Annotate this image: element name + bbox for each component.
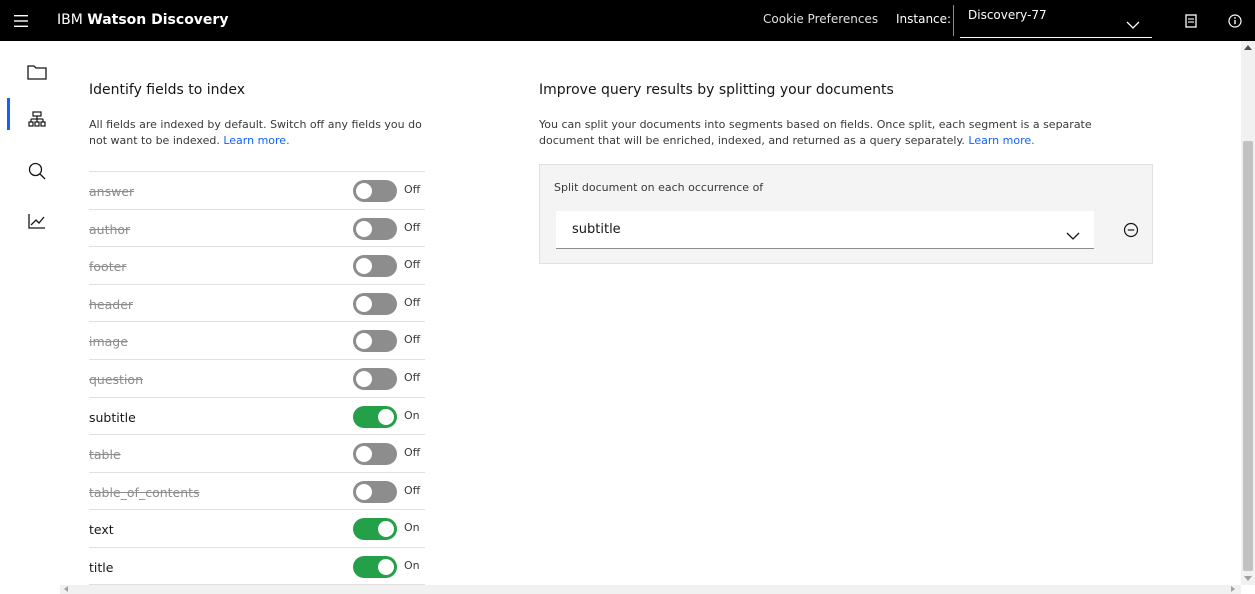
instance-label: Instance: xyxy=(896,12,952,26)
toggle-state-label: Off xyxy=(404,370,421,384)
toggle-knob xyxy=(356,483,372,500)
field-name: table xyxy=(89,447,121,463)
toggle-knob xyxy=(378,521,394,538)
instance-divider xyxy=(953,5,954,36)
toggle-state-label: Off xyxy=(404,446,421,460)
toggle-state-label: Off xyxy=(404,220,421,234)
toggle-state-label: Off xyxy=(404,295,421,309)
analytics-icon[interactable] xyxy=(20,204,54,238)
toggle-state-label: Off xyxy=(404,333,421,347)
field-toggle-footer[interactable] xyxy=(353,255,397,278)
hierarchy-icon[interactable] xyxy=(20,103,54,137)
cookie-preferences-link[interactable]: Cookie Preferences xyxy=(763,12,878,26)
brand-name: Watson Discovery xyxy=(87,12,229,28)
toggle-knob xyxy=(356,370,372,387)
field-toggle-header[interactable] xyxy=(353,292,397,315)
field-name: text xyxy=(89,522,114,538)
toggle-knob xyxy=(356,183,372,199)
field-toggle-text[interactable] xyxy=(353,518,397,541)
field-row-question: question Off xyxy=(89,358,425,397)
document-icon[interactable] xyxy=(1178,8,1204,34)
chevron-down-icon xyxy=(1066,225,1080,244)
field-toggle-title[interactable] xyxy=(353,555,397,578)
vertical-scroll-thumb[interactable] xyxy=(1243,141,1253,571)
field-name: title xyxy=(89,559,114,575)
field-name: image xyxy=(89,334,128,350)
subtract-circle-icon[interactable] xyxy=(1118,217,1144,243)
split-title: Improve query results by splitting your … xyxy=(539,82,894,98)
index-title: Identify fields to index xyxy=(89,82,246,98)
brand-prefix: IBM xyxy=(57,12,83,28)
toggle-state-label: On xyxy=(404,521,420,535)
horizontal-scrollbar[interactable] xyxy=(60,585,1241,594)
split-select-label: Split document on each occurrence of xyxy=(554,181,764,194)
field-name: footer xyxy=(89,259,127,275)
product-name[interactable]: IBM Watson Discovery xyxy=(57,11,228,29)
toggle-state-label: Off xyxy=(404,258,421,272)
split-description: You can split your documents into segmen… xyxy=(539,117,1109,149)
field-row-author: author Off xyxy=(89,208,425,247)
scroll-left-arrow-icon[interactable] xyxy=(64,586,68,592)
field-toggle-question[interactable] xyxy=(353,367,397,390)
split-select-value: subtitle xyxy=(572,222,621,237)
field-name: answer xyxy=(89,184,135,199)
field-row-header: header Off xyxy=(89,283,425,322)
index-description: All fields are indexed by default. Switc… xyxy=(89,117,434,149)
field-row-title: title On xyxy=(89,546,425,585)
vertical-scrollbar[interactable] xyxy=(1241,41,1255,585)
toggle-knob xyxy=(356,295,372,312)
field-row-footer: footer Off xyxy=(89,246,425,284)
field-list: answer Off author Off footer Off header Off imag… xyxy=(89,171,425,585)
field-toggle-table-of-contents[interactable] xyxy=(353,480,397,503)
toggle-knob xyxy=(356,446,372,463)
split-field-dropdown[interactable]: subtitle xyxy=(556,211,1094,249)
field-row-subtitle: subtitle On xyxy=(89,396,425,435)
info-icon[interactable] xyxy=(1222,8,1248,34)
folder-icon[interactable] xyxy=(20,55,54,89)
field-toggle-subtitle[interactable] xyxy=(353,405,397,428)
toggle-knob xyxy=(378,408,394,425)
field-toggle-author[interactable] xyxy=(353,217,397,240)
scroll-right-arrow-icon[interactable] xyxy=(1231,586,1235,592)
field-toggle-table[interactable] xyxy=(353,443,397,466)
toggle-knob xyxy=(378,558,394,575)
toggle-state-label: On xyxy=(404,558,420,572)
split-learn-more-link[interactable]: Learn more. xyxy=(968,134,1034,147)
field-row-answer: answer Off xyxy=(89,171,425,209)
active-indicator xyxy=(7,98,10,130)
scroll-up-arrow-icon[interactable] xyxy=(1244,45,1252,50)
search-icon[interactable] xyxy=(20,154,54,188)
split-box: Split document on each occurrence of sub… xyxy=(539,164,1153,264)
instance-dropdown[interactable]: Discovery-77 xyxy=(960,2,1152,38)
field-name: subtitle xyxy=(89,409,136,425)
instance-value: Discovery-77 xyxy=(968,8,1047,22)
field-row-table-of-contents: table_of_contents Off xyxy=(89,471,425,510)
field-row-text: text On xyxy=(89,509,425,547)
field-toggle-answer[interactable] xyxy=(353,180,397,202)
scroll-down-arrow-icon[interactable] xyxy=(1244,576,1252,581)
toggle-knob xyxy=(356,220,372,237)
toggle-state-label: Off xyxy=(404,183,421,196)
toggle-knob xyxy=(356,333,372,350)
field-row-image: image Off xyxy=(89,321,425,359)
hamburger-menu-icon[interactable] xyxy=(6,6,36,36)
field-name: table_of_contents xyxy=(89,484,200,500)
chevron-down-icon xyxy=(1126,14,1140,33)
side-nav xyxy=(0,41,64,594)
toggle-knob xyxy=(356,258,372,275)
field-row-table: table Off xyxy=(89,434,425,472)
field-name: question xyxy=(89,371,144,387)
toggle-state-label: Off xyxy=(404,483,421,497)
field-name: header xyxy=(89,296,134,312)
index-learn-more-link[interactable]: Learn more. xyxy=(223,134,289,147)
toggle-state-label: On xyxy=(404,408,420,422)
field-toggle-image[interactable] xyxy=(353,330,397,353)
top-bar: IBM Watson Discovery Cookie Preferences … xyxy=(0,0,1255,41)
field-name: author xyxy=(89,221,131,237)
